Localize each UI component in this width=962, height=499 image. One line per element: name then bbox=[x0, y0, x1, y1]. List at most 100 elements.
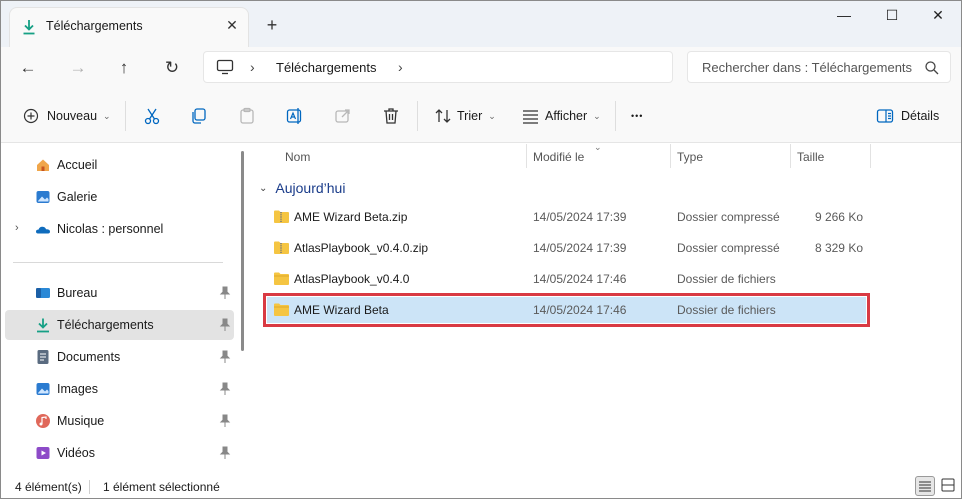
search-icon bbox=[925, 61, 939, 75]
copy-icon bbox=[192, 108, 206, 124]
forward-icon[interactable]: → bbox=[65, 55, 91, 81]
tiles-view-button[interactable] bbox=[939, 476, 959, 496]
breadcrumb-downloads[interactable]: Téléchargements bbox=[276, 60, 376, 75]
column-divider[interactable] bbox=[790, 144, 791, 168]
file-modified: 14/05/2024 17:39 bbox=[533, 210, 627, 224]
sidebar-item-desktop[interactable]: Bureau bbox=[5, 278, 234, 308]
pin-icon[interactable] bbox=[219, 382, 231, 396]
details-view-icon bbox=[919, 481, 931, 492]
delete-button[interactable] bbox=[381, 103, 401, 129]
more-options-icon[interactable]: ••• bbox=[631, 103, 643, 129]
download-icon bbox=[23, 20, 35, 35]
pin-icon[interactable] bbox=[219, 414, 231, 428]
breadcrumb-separator[interactable]: › bbox=[398, 59, 403, 75]
computer-icon bbox=[216, 59, 234, 75]
chevron-down-icon: ⌄ bbox=[103, 110, 111, 121]
new-tab-icon[interactable]: + bbox=[263, 16, 281, 34]
file-size: 8 329 Ko bbox=[814, 241, 863, 255]
breadcrumb[interactable]: › Téléchargements › bbox=[203, 51, 673, 83]
view-label: Afficher bbox=[545, 109, 588, 123]
paste-button[interactable] bbox=[237, 103, 257, 129]
group-label: Aujourd’hui bbox=[275, 180, 346, 196]
table-row[interactable]: AtlasPlaybook_v0.4.0 14/05/2024 17:46 Do… bbox=[267, 266, 866, 292]
copy-button[interactable] bbox=[189, 103, 209, 129]
navigation-bar: ← → ↑ ↻ › Téléchargements › Rechercher d… bbox=[1, 47, 961, 89]
file-name: AtlasPlaybook_v0.4.0 bbox=[294, 272, 410, 286]
expand-chevron-icon[interactable]: › bbox=[15, 222, 19, 234]
images-icon bbox=[36, 383, 50, 395]
selection-count: 1 élément sélectionné bbox=[103, 480, 220, 494]
close-window-icon[interactable]: ✕ bbox=[915, 7, 961, 27]
sidebar-item-gallery[interactable]: Galerie bbox=[5, 182, 234, 212]
file-name: AME Wizard Beta bbox=[294, 303, 389, 317]
share-button[interactable] bbox=[333, 103, 353, 129]
up-icon[interactable]: ↑ bbox=[111, 55, 137, 81]
music-icon bbox=[36, 414, 50, 428]
collapse-chevron-icon[interactable]: ⌄ bbox=[259, 183, 267, 194]
sidebar-divider bbox=[13, 262, 223, 263]
command-bar: Nouveau ⌄ Trier ⌄ Afficher ⌄ ••• Détails bbox=[1, 89, 961, 143]
pin-icon[interactable] bbox=[219, 286, 231, 300]
videos-icon bbox=[36, 447, 50, 459]
chevron-down-icon: ⌄ bbox=[488, 110, 496, 121]
search-input[interactable]: Rechercher dans : Téléchargements bbox=[702, 60, 912, 75]
new-label: Nouveau bbox=[47, 109, 98, 123]
search-box[interactable]: Rechercher dans : Téléchargements bbox=[687, 51, 951, 83]
file-modified: 14/05/2024 17:46 bbox=[533, 303, 627, 317]
tab-title: Téléchargements bbox=[46, 19, 143, 33]
cut-button[interactable] bbox=[142, 103, 162, 129]
new-button[interactable]: Nouveau ⌄ bbox=[23, 103, 111, 129]
toolbar-divider bbox=[417, 101, 418, 131]
column-divider[interactable] bbox=[670, 144, 671, 168]
details-view-button[interactable] bbox=[915, 476, 935, 496]
back-icon[interactable]: ← bbox=[15, 55, 41, 81]
view-button[interactable]: Afficher ⌄ bbox=[521, 103, 601, 129]
table-row[interactable]: AME Wizard Beta 14/05/2024 17:46 Dossier… bbox=[263, 293, 870, 327]
pin-icon[interactable] bbox=[219, 318, 231, 332]
group-header-today[interactable]: ⌄ Aujourd’hui bbox=[259, 180, 345, 196]
sort-icon bbox=[435, 109, 451, 123]
sidebar-item-label: Images bbox=[57, 382, 98, 396]
pin-icon[interactable] bbox=[219, 446, 231, 460]
minimize-icon[interactable]: — bbox=[821, 7, 867, 27]
column-header-size[interactable]: Taille bbox=[797, 150, 824, 164]
sidebar-item-videos[interactable]: Vidéos bbox=[5, 438, 234, 468]
home-icon bbox=[37, 159, 49, 171]
sidebar-scrollbar[interactable] bbox=[241, 151, 244, 351]
pin-icon[interactable] bbox=[219, 350, 231, 364]
file-type: Dossier de fichiers bbox=[677, 272, 776, 286]
chevron-down-icon: ⌄ bbox=[593, 110, 601, 121]
details-pane-icon bbox=[876, 109, 894, 123]
file-size: 9 266 Ko bbox=[814, 210, 863, 224]
sidebar-item-label: Documents bbox=[57, 350, 121, 364]
desktop-icon bbox=[36, 288, 50, 298]
file-explorer-window: Téléchargements ✕ + — ☐ ✕ ← → ↑ ↻ › Télé… bbox=[0, 0, 962, 499]
navigation-pane: Accueil Galerie › Nicolas : personnel Bu… bbox=[1, 144, 237, 475]
tab-close-icon[interactable]: ✕ bbox=[224, 17, 240, 33]
sidebar-item-documents[interactable]: Documents bbox=[5, 342, 234, 372]
sidebar-item-music[interactable]: Musique bbox=[5, 406, 234, 436]
toolbar-divider bbox=[615, 101, 616, 131]
zip-folder-icon bbox=[274, 241, 289, 254]
maximize-icon[interactable]: ☐ bbox=[869, 7, 915, 27]
sort-button[interactable]: Trier ⌄ bbox=[433, 103, 496, 129]
sidebar-item-images[interactable]: Images bbox=[5, 374, 234, 404]
table-row[interactable]: AtlasPlaybook_v0.4.0.zip 14/05/2024 17:3… bbox=[267, 235, 866, 261]
details-button[interactable]: Détails bbox=[875, 103, 939, 129]
tiles-view-icon bbox=[941, 478, 955, 492]
refresh-icon[interactable]: ↻ bbox=[159, 55, 185, 81]
toolbar-divider bbox=[125, 101, 126, 131]
sidebar-item-home[interactable]: Accueil bbox=[5, 150, 234, 180]
sidebar-item-downloads[interactable]: Téléchargements bbox=[5, 310, 234, 340]
file-type: Dossier compressé bbox=[677, 241, 780, 255]
column-header-type[interactable]: Type bbox=[677, 150, 703, 164]
column-divider[interactable] bbox=[526, 144, 527, 168]
file-type: Dossier de fichiers bbox=[677, 303, 776, 317]
column-header-modified[interactable]: Modifié le bbox=[533, 150, 584, 164]
rename-button[interactable] bbox=[285, 103, 305, 129]
tab-downloads[interactable]: Téléchargements ✕ bbox=[9, 7, 249, 47]
sidebar-item-onedrive[interactable]: › Nicolas : personnel bbox=[5, 214, 234, 244]
table-row[interactable]: AME Wizard Beta.zip 14/05/2024 17:39 Dos… bbox=[267, 204, 866, 230]
column-divider[interactable] bbox=[870, 144, 871, 168]
column-header-name[interactable]: Nom bbox=[285, 150, 310, 164]
